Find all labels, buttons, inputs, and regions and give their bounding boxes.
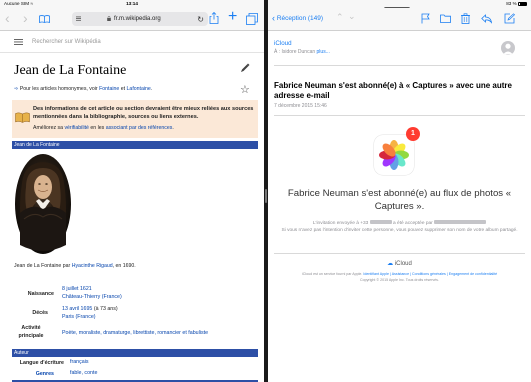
link-fontaine[interactable]: Fontaine <box>99 86 119 92</box>
sources-warning-box: Des informations de cet article ou secti… <box>12 100 258 138</box>
footer-divider <box>274 253 525 254</box>
reload-icon[interactable]: ↻ <box>197 15 204 24</box>
watch-star-icon[interactable]: ☆ <box>240 83 250 96</box>
multitasking-grabber[interactable] <box>384 7 410 8</box>
value-naissance: 8 juillet 1621 Château-Thierry (France) <box>62 285 122 301</box>
invitation-text: L'invitation envoyée à +33 a été accepté… <box>281 220 518 233</box>
ipad-screen: Aucune SIM ≈ 13:14 83 % ‹ › fr.m.wikiped… <box>0 0 531 382</box>
header-divider <box>274 65 525 66</box>
link-lafontaine[interactable]: Lafontaine <box>127 86 151 92</box>
portrait-image[interactable] <box>14 153 72 255</box>
notification-badge: 1 <box>406 127 420 141</box>
hamburger-menu-icon[interactable] <box>14 39 23 45</box>
body-divider <box>274 115 525 116</box>
person-icon <box>503 43 513 55</box>
next-message-chevron-down-icon[interactable]: ⌄ <box>348 11 356 22</box>
more-recipients-link[interactable]: plus... <box>317 49 330 55</box>
reader-menu-icon[interactable] <box>76 16 81 21</box>
divider-handle[interactable] <box>265 189 267 203</box>
mail-toolbar: ‹ Réception (149) ⌃ ⌄ <box>268 7 531 31</box>
edit-pencil-icon[interactable] <box>240 63 250 73</box>
safari-pane: ‹ › fr.m.wikipedia.org ↻ + Rechercher su… <box>0 7 264 382</box>
previous-message-chevron-up-icon[interactable]: ⌃ <box>336 12 344 23</box>
page-title: Jean de La Fontaine <box>14 63 127 78</box>
bookmarks-icon[interactable] <box>39 15 50 23</box>
forward-button[interactable]: › <box>23 11 28 25</box>
lock-icon <box>107 16 111 21</box>
chevron-left-icon: ‹ <box>272 13 275 23</box>
flag-icon[interactable] <box>420 13 431 24</box>
safari-toolbar: ‹ › fr.m.wikipedia.org ↻ + <box>0 7 264 31</box>
disambiguation-icon: ➾ <box>14 86 19 92</box>
link-references[interactable]: associant par des références <box>106 125 173 131</box>
photos-app-icon <box>374 135 414 175</box>
link-naissance-place[interactable]: Château-Thierry (France) <box>62 293 122 301</box>
reply-icon[interactable] <box>481 13 492 24</box>
status-time: 13:14 <box>126 1 138 6</box>
battery-percent: 83 % <box>506 1 517 6</box>
label-naissance: Naissance <box>27 291 54 297</box>
warning-text: Des informations de cet article ou secti… <box>33 106 254 120</box>
battery-status: 83 % <box>506 1 527 6</box>
label-deces: Décès <box>32 310 48 316</box>
sender-avatar[interactable] <box>501 41 515 55</box>
battery-icon <box>518 1 527 6</box>
notification-headline: Fabrice Neuman s'est abonné(e) au flux d… <box>287 188 512 212</box>
back-button[interactable]: ‹ <box>5 11 10 25</box>
link-naissance-date[interactable]: 8 juillet 1621 <box>62 285 122 293</box>
disambiguation-hatnote: ➾ Pour les articles homonymes, voir Font… <box>14 86 153 92</box>
redacted-email <box>434 220 487 224</box>
link-deces-date[interactable]: 13 avril 1695 <box>62 306 92 312</box>
portrait-caption: Jean de La Fontaine par Hyacinthe Rigaud… <box>14 263 136 269</box>
infobox-header: Jean de La Fontaine <box>12 141 258 149</box>
compose-icon[interactable] <box>504 13 515 24</box>
link-langue-value[interactable]: français <box>70 358 89 366</box>
infobox-auteur-header: Auteur <box>12 349 258 357</box>
wiki-search-input[interactable]: Rechercher sur Wikipédia <box>32 39 101 45</box>
url-text: fr.m.wikipedia.org <box>114 15 161 22</box>
share-icon[interactable] <box>209 12 219 24</box>
link-deces-place[interactable]: Paris (France) <box>62 313 118 321</box>
folder-icon[interactable] <box>440 13 451 24</box>
message-subject: Fabrice Neuman s'est abonné(e) à « Captu… <box>274 81 512 100</box>
open-book-icon <box>15 112 30 123</box>
label-langue: Langue d'écriture <box>19 360 64 366</box>
cloud-icon: ☁ <box>387 261 394 267</box>
photos-flower-icon <box>379 140 409 170</box>
mail-pane: ‹ Réception (149) ⌃ ⌄ iCloud À: Isidore… <box>268 7 531 382</box>
value-activite[interactable]: Poète, moraliste, dramaturge, librettist… <box>62 329 258 337</box>
tabs-overview-icon[interactable] <box>246 13 258 25</box>
link-genres-value[interactable]: fable, conte <box>70 369 97 377</box>
message-date: 7 décembre 2015 15:46 <box>274 103 327 109</box>
redacted-phone <box>369 220 392 224</box>
footer-links: iCloud est un service fourni par Apple. … <box>301 272 498 276</box>
inbox-back-button[interactable]: ‹ Réception (149) <box>272 13 323 23</box>
warning-subtext: Améliorez sa vérifiabilité en les associ… <box>33 125 174 131</box>
value-deces: 13 avril 1695 (à 73 ans) Paris (France) <box>62 306 118 321</box>
recipient-line: À : Isidore Duncan plus... <box>274 49 330 55</box>
label-activite: Activité principale <box>18 325 44 339</box>
wiki-header: Rechercher sur Wikipédia <box>0 31 264 53</box>
new-tab-plus-icon[interactable]: + <box>228 9 237 25</box>
trash-icon[interactable] <box>460 13 471 24</box>
link-genres-label[interactable]: Genres <box>16 371 54 377</box>
address-bar[interactable]: fr.m.wikipedia.org ↻ <box>72 12 208 26</box>
link-rigaud[interactable]: Hyacinthe Rigaud <box>72 263 113 269</box>
footer-links-list[interactable]: Identifiant Apple | Assistance | Conditi… <box>363 272 497 276</box>
icloud-logo: ☁ iCloud <box>387 261 412 267</box>
link-verifiabilite[interactable]: vérifiabilité <box>64 125 89 131</box>
sender-name[interactable]: iCloud <box>274 40 292 47</box>
footer-copyright: Copyright © 2015 Apple Inc. Tous droits … <box>360 278 439 282</box>
